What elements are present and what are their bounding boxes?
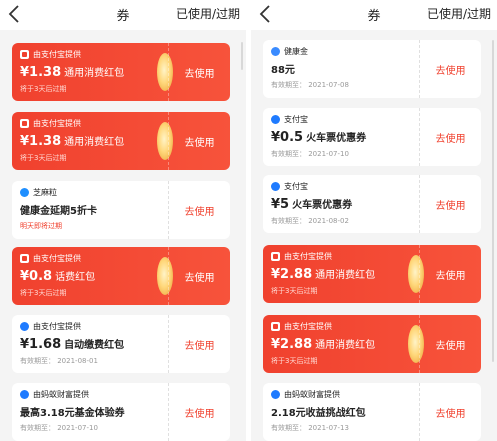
alipay-gift-icon — [20, 254, 29, 263]
health-fund-icon — [271, 47, 280, 56]
coupon-issuer: 由支付宝提供 — [33, 119, 81, 128]
use-coupon-button[interactable]: 去使用 — [420, 108, 481, 166]
alipay-gift-icon — [271, 322, 280, 331]
coupon-issuer: 支付宝 — [284, 115, 308, 124]
alipay-icon — [271, 115, 280, 124]
coupon-card[interactable]: 由蚂蚁财富提供 最高3.18元基金体验券 有效期至： 2021-07-10 去使… — [12, 383, 230, 441]
coupon-name: 通用消费红包 — [64, 68, 125, 79]
coupon-card[interactable]: 由蚂蚁财富提供 2.18元收益挑战红包 有效期至： 2021-07-13 去使用 — [263, 383, 481, 441]
alipay-gift-icon — [271, 252, 280, 261]
coupon-issuer: 由蚂蚁财富提供 — [33, 390, 89, 399]
use-coupon-button[interactable]: 去使用 — [420, 315, 481, 373]
use-coupon-button[interactable]: 去使用 — [420, 383, 481, 441]
coupon-amount: ¥1.38 — [20, 65, 62, 80]
use-coupon-button[interactable]: 去使用 — [420, 40, 481, 98]
use-coupon-button[interactable]: 去使用 — [169, 315, 230, 373]
coupon-amount: ¥0.5 — [271, 130, 304, 145]
coupon-name: 话费红包 — [55, 272, 96, 283]
ant-fortune-icon — [20, 390, 29, 399]
coupon-panel-left: 券 已使用/过期 由支付宝提供 ¥1.38 通用消费红包 将于3天后过期 去使用 … — [0, 0, 246, 441]
scrollbar[interactable] — [492, 40, 494, 362]
coupon-card[interactable]: 由支付宝提供 ¥0.8 话费红包 将于3天后过期 去使用 — [12, 247, 230, 305]
coupon-issuer: 支付宝 — [284, 182, 308, 191]
coupon-amount: ¥1.68 — [20, 337, 62, 352]
alipay-icon — [20, 322, 29, 331]
use-coupon-button[interactable]: 去使用 — [420, 175, 481, 233]
coupon-name: 通用消费红包 — [64, 137, 125, 148]
coupon-amount: ¥1.38 — [20, 134, 62, 149]
use-coupon-button[interactable]: 去使用 — [169, 383, 230, 441]
coupon-name: 通用消费红包 — [315, 340, 376, 351]
use-coupon-button[interactable]: 去使用 — [169, 43, 230, 101]
coupon-card[interactable]: 由支付宝提供 ¥2.88 通用消费红包 将于3天后过期 去使用 — [263, 315, 481, 373]
alipay-icon — [271, 182, 280, 191]
coupon-card[interactable]: 由支付宝提供 ¥1.68 自动缴费红包 有效期至： 2021-08-01 去使用 — [12, 315, 230, 373]
sesame-icon — [20, 188, 29, 197]
coupon-issuer: 由支付宝提供 — [33, 322, 81, 331]
header-bar: 券 已使用/过期 — [251, 0, 497, 30]
coupon-amount: ¥2.88 — [271, 267, 313, 282]
used-expired-filter[interactable]: 已使用/过期 — [427, 5, 491, 22]
alipay-gift-icon — [20, 119, 29, 128]
coupon-panel-right: 券 已使用/过期 健康金 88元 有效期至： 2021-07-08 去使用 支付… — [251, 0, 497, 441]
use-coupon-button[interactable]: 去使用 — [169, 247, 230, 305]
coupon-card[interactable]: 由支付宝提供 ¥1.38 通用消费红包 将于3天后过期 去使用 — [12, 112, 230, 170]
coupon-name: 自动缴费红包 — [64, 340, 125, 351]
coupon-issuer: 由支付宝提供 — [284, 322, 332, 331]
header-bar: 券 已使用/过期 — [0, 0, 246, 30]
alipay-gift-icon — [20, 50, 29, 59]
ant-fortune-icon — [271, 390, 280, 399]
coupon-issuer: 健康金 — [284, 47, 308, 56]
use-coupon-button[interactable]: 去使用 — [169, 112, 230, 170]
coupon-name: 火车票优惠券 — [292, 200, 353, 211]
coupon-amount: ¥2.88 — [271, 337, 313, 352]
coupon-card[interactable]: 健康金 88元 有效期至： 2021-07-08 去使用 — [263, 40, 481, 98]
coupon-card[interactable]: 支付宝 ¥5 火车票优惠券 有效期至： 2021-08-02 去使用 — [263, 175, 481, 233]
coupon-issuer: 由蚂蚁财富提供 — [284, 390, 340, 399]
coupon-amount: ¥5 — [271, 197, 290, 212]
coupon-amount: ¥0.8 — [20, 269, 53, 284]
scrollbar[interactable] — [241, 42, 243, 70]
use-coupon-button[interactable]: 去使用 — [169, 181, 230, 239]
coupon-issuer: 由支付宝提供 — [33, 50, 81, 59]
coupon-issuer: 由支付宝提供 — [33, 254, 81, 263]
coupon-card[interactable]: 支付宝 ¥0.5 火车票优惠券 有效期至： 2021-07-10 去使用 — [263, 108, 481, 166]
coupon-name: 通用消费红包 — [315, 270, 376, 281]
coupon-issuer: 芝麻粒 — [33, 188, 57, 197]
coupon-name: 火车票优惠券 — [306, 133, 367, 144]
coupon-card[interactable]: 芝麻粒 健康金延期5折卡 明天即将过期 去使用 — [12, 181, 230, 239]
coupon-issuer: 由支付宝提供 — [284, 252, 332, 261]
used-expired-filter[interactable]: 已使用/过期 — [176, 5, 240, 22]
coupon-card[interactable]: 由支付宝提供 ¥2.88 通用消费红包 将于3天后过期 去使用 — [263, 245, 481, 303]
use-coupon-button[interactable]: 去使用 — [420, 245, 481, 303]
coupon-card[interactable]: 由支付宝提供 ¥1.38 通用消费红包 将于3天后过期 去使用 — [12, 43, 230, 101]
